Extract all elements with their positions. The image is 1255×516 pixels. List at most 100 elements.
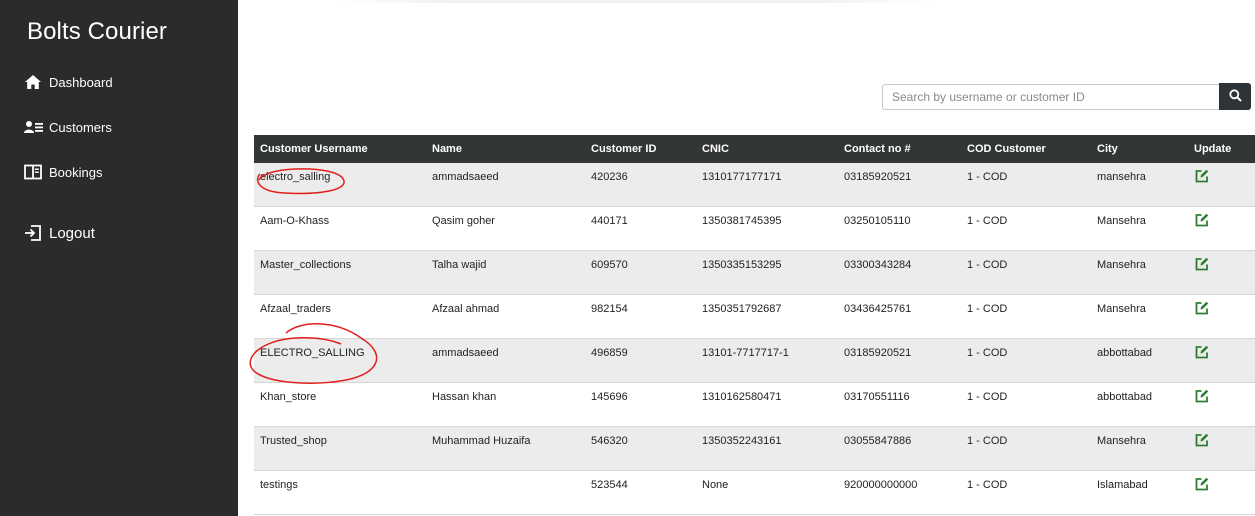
cell-cod: 1 - COD — [967, 435, 1008, 447]
sidebar: Bolts Courier Dashboard Customers Bookin… — [0, 0, 238, 516]
cell-city: abbottabad — [1097, 347, 1153, 359]
sidebar-item-label: Dashboard — [49, 74, 113, 90]
sidebar-item-label: Customers — [49, 119, 112, 135]
book-icon — [23, 163, 43, 181]
edit-icon[interactable] — [1195, 389, 1209, 406]
header-cnic: CNIC — [702, 143, 729, 155]
cell-contact: 03250105110 — [844, 215, 911, 227]
cell-name: ammadsaeed — [432, 171, 499, 183]
cell-name: Muhammad Huzaifa — [432, 435, 531, 447]
cell-cod: 1 - COD — [967, 171, 1008, 183]
edit-icon[interactable] — [1195, 213, 1209, 230]
cell-update — [1188, 169, 1255, 186]
top-divider — [335, 0, 935, 3]
cell-city: Islamabad — [1097, 479, 1148, 491]
sidebar-item-dashboard[interactable]: Dashboard — [23, 73, 113, 91]
sidebar-item-label: Bookings — [49, 164, 103, 180]
cell-contact: 03185920521 — [844, 171, 912, 183]
customers-table: Customer Username Name Customer ID CNIC … — [254, 135, 1255, 515]
cell-customer-id: 546320 — [591, 435, 628, 447]
cell-update — [1188, 389, 1255, 406]
cell-contact: 03170551116 — [844, 391, 910, 403]
cell-update — [1188, 345, 1255, 362]
cell-cod: 1 - COD — [967, 391, 1008, 403]
cell-customer-id: 609570 — [591, 259, 628, 271]
cell-customer-id: 420236 — [591, 171, 628, 183]
cell-customer-id: 523544 — [591, 479, 628, 491]
cell-cnic: None — [702, 479, 729, 491]
header-update: Update — [1194, 143, 1232, 155]
cell-cnic: 13101-7717717-1 — [702, 347, 789, 359]
header-city: City — [1097, 143, 1118, 155]
cell-city: Mansehra — [1097, 259, 1146, 271]
search-icon — [1228, 88, 1242, 105]
edit-icon[interactable] — [1195, 433, 1209, 450]
cell-update — [1188, 433, 1255, 450]
cell-update — [1188, 301, 1255, 318]
cell-contact: 03300343284 — [844, 259, 912, 271]
cell-cnic: 1350335153295 — [702, 259, 782, 271]
cell-cnic: 1350352243161 — [702, 435, 782, 447]
cell-username: Khan_store — [260, 391, 317, 403]
search-button[interactable] — [1219, 83, 1251, 110]
edit-icon[interactable] — [1195, 257, 1209, 274]
cell-username: ELECTRO_SALLING — [260, 347, 365, 359]
edit-icon[interactable] — [1195, 345, 1209, 362]
search-bar — [882, 83, 1251, 110]
cell-cod: 1 - COD — [967, 303, 1008, 315]
cell-username: testings — [260, 479, 298, 491]
cell-name: Talha wajid — [432, 259, 487, 271]
cell-contact: 03055847886 — [844, 435, 912, 447]
cell-username: Aam-O-Khass — [260, 215, 330, 227]
edit-icon[interactable] — [1195, 301, 1209, 318]
brand-title: Bolts Courier — [27, 18, 168, 45]
cell-name: Afzaal ahmad — [432, 303, 500, 315]
cell-cnic: 1310177177171 — [702, 171, 782, 183]
cell-city: abbottabad — [1097, 391, 1153, 403]
table-row: ELECTRO_SALLING ammadsaeed 496859 13101-771… — [254, 339, 1255, 383]
search-input[interactable] — [882, 84, 1219, 110]
logout-label: Logout — [49, 224, 95, 242]
cell-cnic: 1310162580471 — [702, 391, 782, 403]
user-list-icon — [23, 118, 43, 136]
table-header: Customer Username Name Customer ID CNIC … — [254, 135, 1255, 163]
cell-cod: 1 - COD — [967, 259, 1008, 271]
logout-button[interactable]: Logout — [23, 224, 95, 242]
header-cod: COD Customer — [967, 143, 1046, 155]
table-row: electro_salling ammadsaeed 420236 131017717… — [254, 163, 1255, 207]
cell-update — [1188, 477, 1255, 494]
table-body: electro_salling ammadsaeed 420236 131017717… — [254, 163, 1255, 515]
edit-icon[interactable] — [1195, 169, 1209, 186]
cell-customer-id: 145696 — [591, 391, 628, 403]
cell-contact: 03436425761 — [844, 303, 912, 315]
cell-city: Mansehra — [1097, 303, 1146, 315]
table-row: Afzaal_traders Afzaal ahmad 982154 13503517… — [254, 295, 1255, 339]
cell-username: electro_salling — [260, 171, 331, 183]
table-row: Aam-O-Khass Qasim goher 440171 135038174539… — [254, 207, 1255, 251]
cell-username: Trusted_shop — [260, 435, 327, 447]
header-customer-id: Customer ID — [591, 143, 657, 155]
cell-cod: 1 - COD — [967, 479, 1008, 491]
table-row: testings 523544 None 920000000000 1 - COD Isl… — [254, 471, 1255, 515]
header-name: Name — [432, 143, 462, 155]
cell-cnic: 1350381745395 — [702, 215, 782, 227]
cell-name: Hassan khan — [432, 391, 497, 403]
sidebar-item-customers[interactable]: Customers — [23, 118, 112, 136]
cell-contact: 920000000000 — [844, 479, 918, 491]
cell-update — [1188, 213, 1255, 230]
cell-update — [1188, 257, 1255, 274]
home-icon — [23, 73, 43, 91]
table-row: Trusted_shop Muhammad Huzaifa 546320 135035… — [254, 427, 1255, 471]
cell-cnic: 1350351792687 — [702, 303, 782, 315]
cell-city: Mansehra — [1097, 435, 1146, 447]
cell-customer-id: 982154 — [591, 303, 628, 315]
sidebar-item-bookings[interactable]: Bookings — [23, 163, 102, 181]
table-row: Master_collections Talha wajid 609570 13503… — [254, 251, 1255, 295]
edit-icon[interactable] — [1195, 477, 1209, 494]
cell-city: mansehra — [1097, 171, 1146, 183]
cell-name: ammadsaeed — [432, 347, 499, 359]
cell-customer-id: 496859 — [591, 347, 628, 359]
header-username: Customer Username — [260, 143, 368, 155]
logout-icon — [23, 224, 43, 242]
cell-username: Master_collections — [260, 259, 352, 271]
